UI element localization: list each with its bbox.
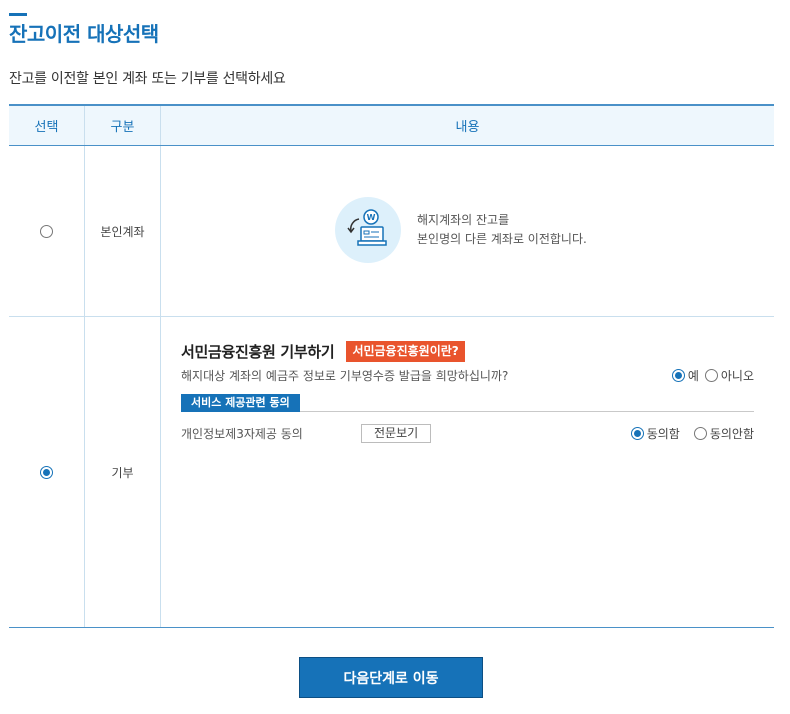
transfer-info: W 해지계좌의 잔고를 본인명의 다른 계좌로 이전합니다. (335, 197, 587, 263)
privacy-consent-label: 개인정보제3자제공 동의 (181, 427, 303, 441)
table-row-own-account: 본인계좌 W 해지계좌의 잔고를 본인명의 다른 계좌로 이전합니다. (9, 146, 774, 317)
receipt-question: 해지대상 계좌의 예금주 정보로 기부영수증 발급을 희망하십니까? (181, 369, 509, 383)
service-consent-tag: 서비스 제공관련 동의 (181, 394, 300, 412)
receipt-options: 예 아니오 (671, 367, 754, 384)
content-cell: 서민금융진흥원 기부하기 서민금융진흥원이란? 해지대상 계좌의 예금주 정보로… (161, 317, 774, 627)
title-accent-bar (9, 13, 27, 16)
page-title: 잔고이전 대상선택 (9, 22, 159, 46)
donation-title: 서민금융진흥원 기부하기 (181, 343, 335, 361)
privacy-consent-row: 개인정보제3자제공 동의 전문보기 동의함 동의안함 (181, 424, 754, 443)
receipt-yes-option[interactable]: 예 (671, 367, 699, 384)
column-header-category: 구분 (85, 106, 161, 145)
consent-options: 동의함 동의안함 (617, 425, 754, 442)
consent-disagree-option[interactable]: 동의안함 (693, 425, 754, 442)
table-row-donation: 기부 서민금융진흥원 기부하기 서민금융진흥원이란? 해지대상 계좌의 예금주 … (9, 317, 774, 628)
what-is-agency-button[interactable]: 서민금융진흥원이란? (346, 341, 465, 362)
wallet-transfer-icon: W (335, 197, 401, 263)
receipt-no-radio[interactable] (704, 369, 718, 382)
consent-disagree-radio[interactable] (693, 427, 707, 440)
consent-disagree-label: 동의안함 (709, 427, 754, 441)
select-cell (9, 317, 85, 627)
transfer-line-2: 본인명의 다른 계좌로 이전합니다. (417, 232, 587, 246)
select-cell (9, 146, 85, 316)
category-donation: 기부 (85, 317, 161, 627)
donation-header: 서민금융진흥원 기부하기 서민금융진흥원이란? (181, 341, 754, 362)
receipt-yes-radio[interactable] (671, 369, 685, 382)
donation-section: 서민금융진흥원 기부하기 서민금융진흥원이란? 해지대상 계좌의 예금주 정보로… (181, 341, 754, 443)
consent-agree-radio[interactable] (630, 427, 644, 440)
table-header: 선택 구분 내용 (9, 106, 774, 146)
consent-agree-label: 동의함 (646, 427, 680, 441)
receipt-no-option[interactable]: 아니오 (704, 367, 754, 384)
column-header-select: 선택 (9, 106, 85, 145)
receipt-yes-label: 예 (687, 369, 699, 383)
own-account-radio[interactable] (40, 224, 53, 238)
consent-agree-option[interactable]: 동의함 (630, 425, 680, 442)
receipt-no-label: 아니오 (720, 369, 754, 383)
next-step-button[interactable]: 다음단계로 이동 (299, 657, 483, 698)
category-own-account: 본인계좌 (85, 146, 161, 316)
view-full-text-button[interactable]: 전문보기 (361, 424, 432, 443)
transfer-description: 해지계좌의 잔고를 본인명의 다른 계좌로 이전합니다. (417, 211, 587, 249)
transfer-line-1: 해지계좌의 잔고를 (417, 213, 510, 227)
content-cell: W 해지계좌의 잔고를 본인명의 다른 계좌로 이전합니다. (161, 146, 774, 316)
receipt-question-row: 해지대상 계좌의 예금주 정보로 기부영수증 발급을 희망하십니까? 예 아니오 (181, 367, 754, 384)
svg-text:W: W (367, 213, 376, 222)
column-header-content: 내용 (455, 120, 480, 135)
page-description: 잔고를 이전할 본인 계좌 또는 기부를 선택하세요 (9, 71, 286, 87)
donation-radio[interactable] (40, 465, 53, 479)
service-consent-bar: 서비스 제공관련 동의 (181, 394, 754, 412)
target-selection-table: 선택 구분 내용 본인계좌 W 해지계좌의 잔고를 본인명의 다른 계좌로 이전… (9, 104, 774, 628)
